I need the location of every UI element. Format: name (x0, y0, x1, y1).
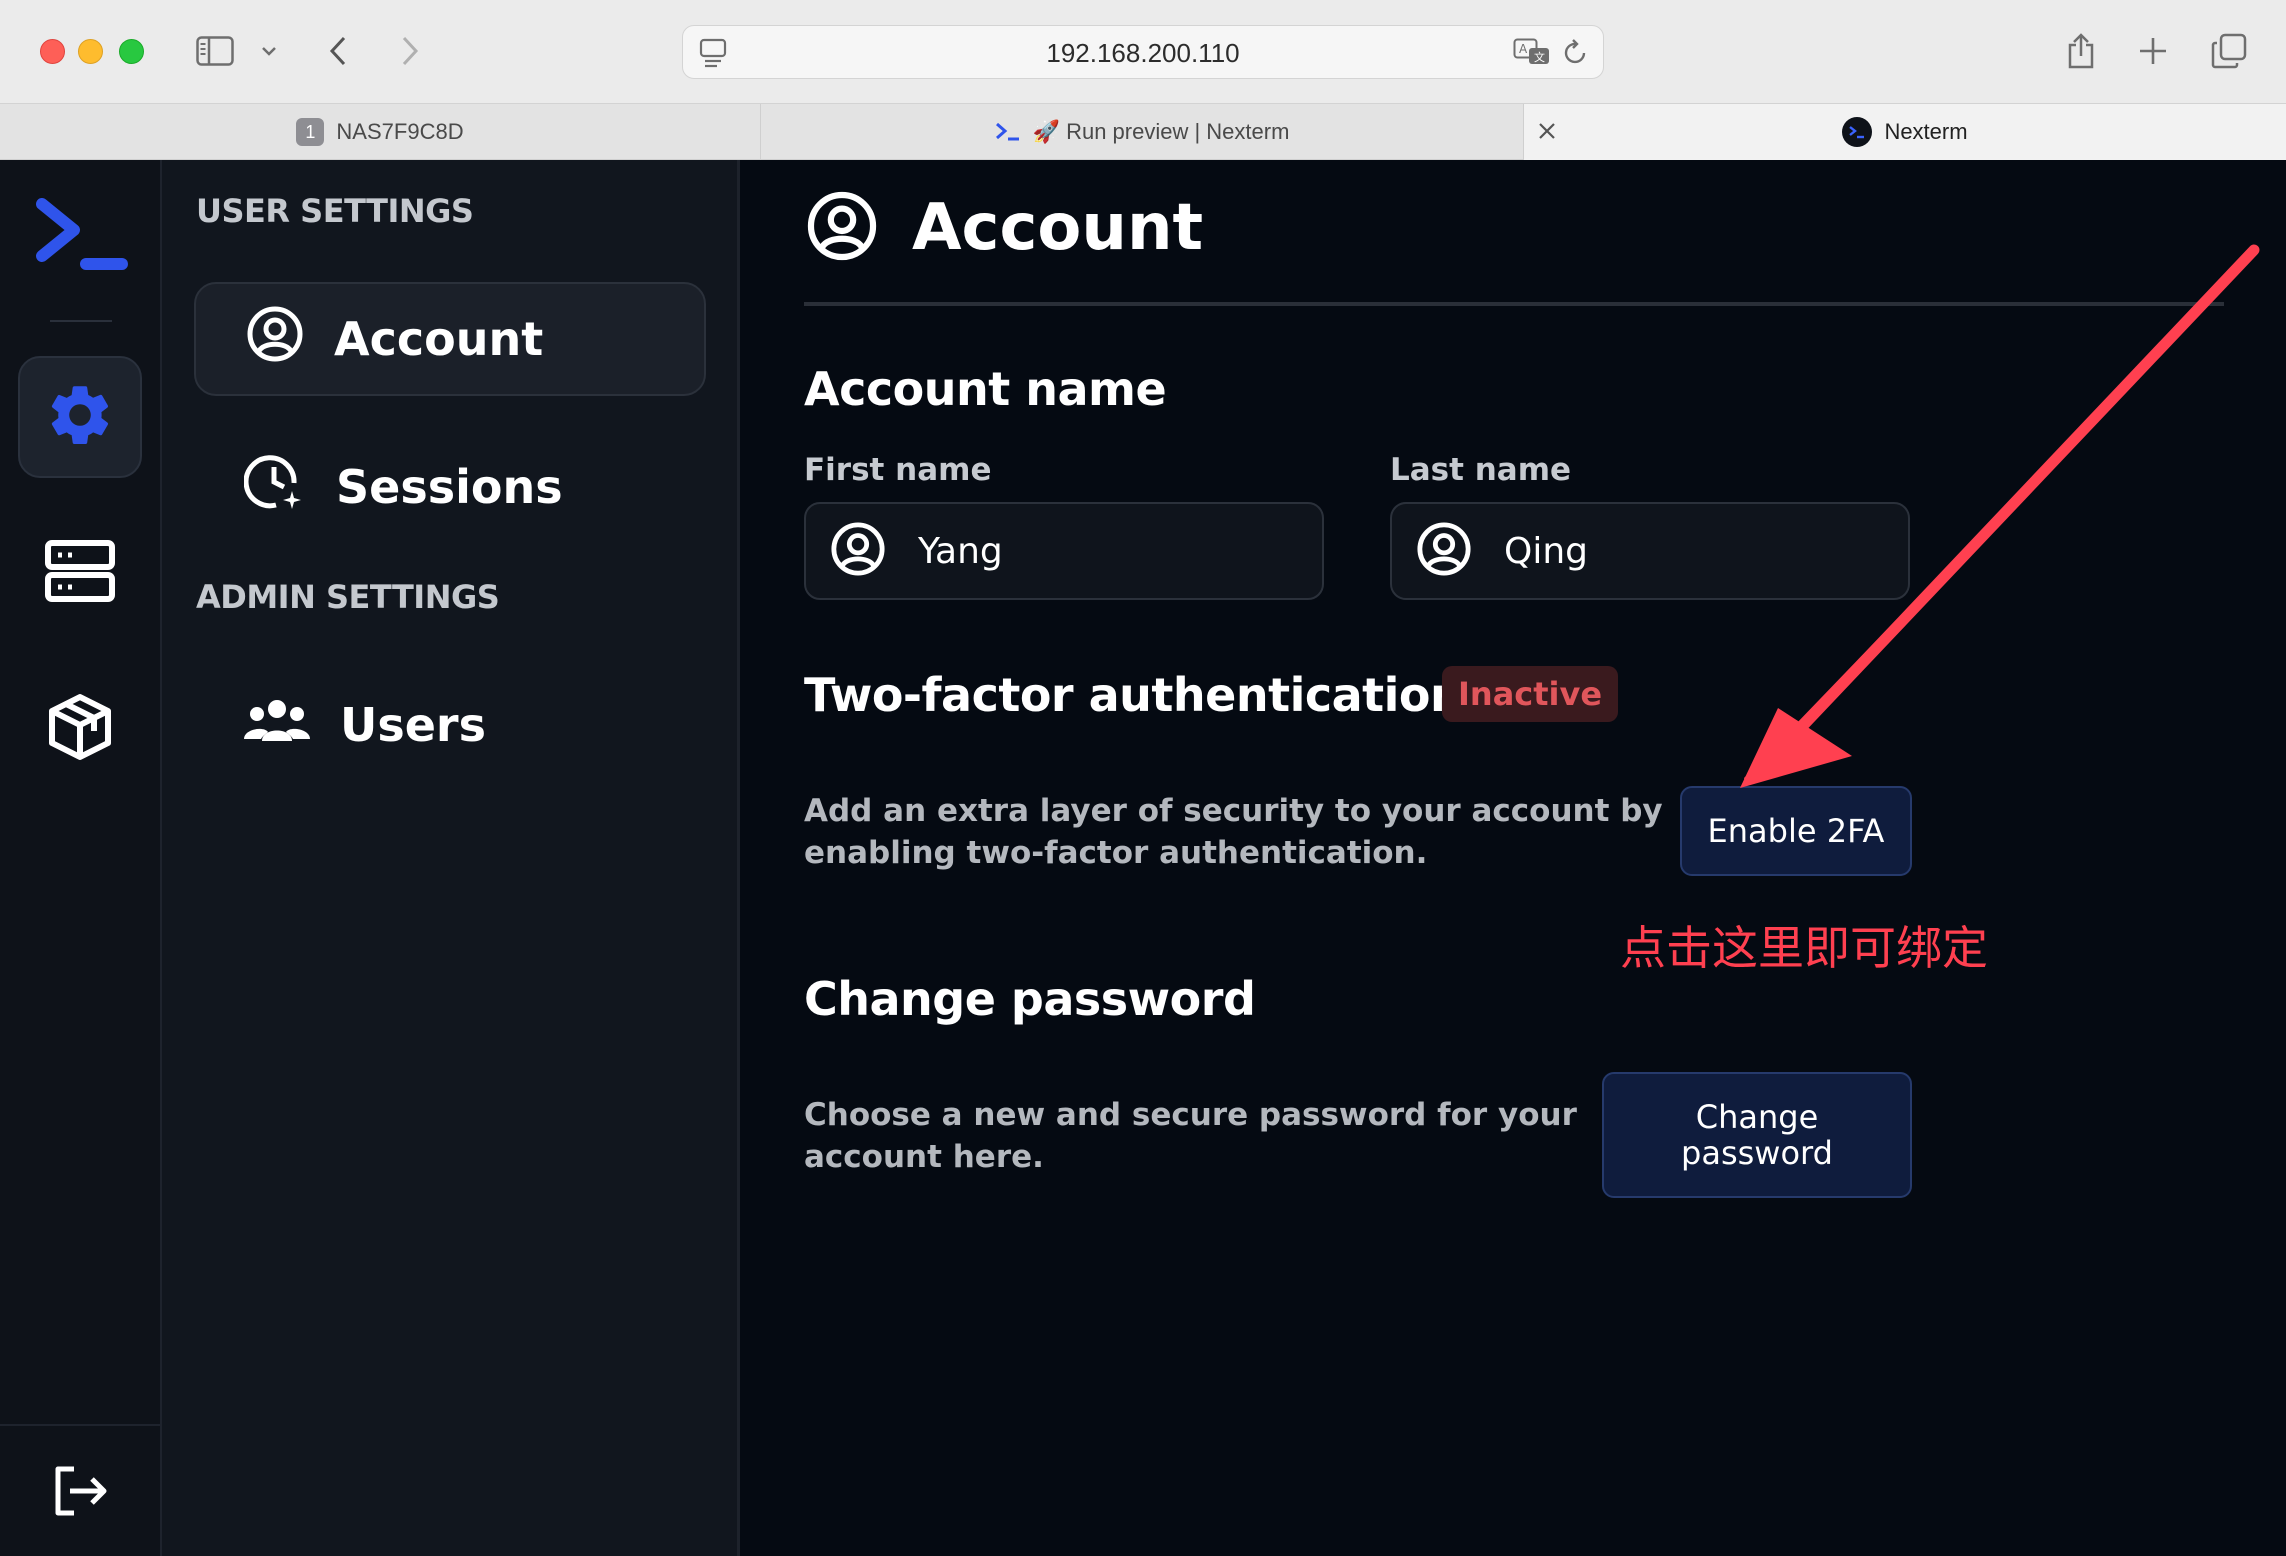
nav-item-label: Sessions (336, 460, 563, 514)
tab-nas[interactable]: 1 NAS7F9C8D (0, 104, 760, 160)
logout-icon (50, 1463, 110, 1523)
nav-item-sessions[interactable]: Sessions (194, 430, 706, 544)
svg-text:文: 文 (1534, 50, 1545, 64)
rail-settings[interactable] (18, 356, 142, 478)
tab-nexterm[interactable]: Nexterm (1524, 104, 2286, 160)
first-name-field[interactable]: Yang (804, 502, 1324, 600)
change-password-heading: Change password (804, 972, 1256, 1026)
tab-number-badge: 1 (296, 118, 325, 146)
nav-item-label: Account (334, 312, 544, 366)
nexterm-tab-icon (995, 122, 1021, 142)
page-title: Account (912, 191, 1204, 265)
rail-divider (50, 320, 112, 322)
forward-icon[interactable] (390, 28, 430, 74)
page-header: Account (806, 190, 1203, 266)
change-password-button[interactable]: Change password (1602, 1072, 1912, 1198)
package-icon (44, 691, 116, 767)
user-circle-icon (806, 190, 878, 266)
rail-bottom-divider (0, 1424, 160, 1426)
sidebar-toggle-icon[interactable] (192, 28, 238, 74)
icon-rail (0, 160, 162, 1556)
new-tab-icon[interactable] (2136, 28, 2170, 74)
minimize-window-button[interactable] (78, 39, 103, 64)
close-tab-icon[interactable] (1534, 118, 1560, 150)
gear-icon (44, 379, 116, 455)
change-password-description: Choose a new and secure password for you… (804, 1097, 1577, 1175)
last-name-label: Last name (1390, 452, 1572, 488)
admin-settings-heading: ADMIN SETTINGS (196, 578, 500, 616)
nexterm-app: USER SETTINGS Account Sessions ADMIN SET… (0, 160, 2286, 1556)
user-circle-icon (1416, 521, 1472, 581)
back-icon[interactable] (318, 28, 358, 74)
tab-overview-icon[interactable] (2210, 28, 2248, 74)
last-name-value[interactable]: Qing (1504, 531, 1588, 572)
users-icon (244, 697, 310, 754)
tab-label: NAS7F9C8D (336, 119, 464, 144)
nav-item-label: Users (340, 698, 486, 752)
rail-servers[interactable] (18, 512, 142, 634)
tab-label: 🚀 Run preview | Nexterm (1032, 119, 1290, 144)
servers-icon (44, 539, 116, 607)
browser-toolbar: 192.168.200.110 A文 (0, 0, 2286, 104)
clock-sparkle-icon (243, 451, 306, 524)
browser-window: 192.168.200.110 A文 1 NAS7F9C8D 🚀 Run pre… (0, 0, 2286, 1556)
header-divider (804, 302, 2224, 306)
svg-text:A: A (1519, 42, 1528, 56)
two-factor-heading: Two-factor authentication (804, 668, 1463, 722)
zoom-window-button[interactable] (119, 39, 144, 64)
first-name-value[interactable]: Yang (918, 531, 1003, 572)
enable-2fa-button[interactable]: Enable 2FA (1680, 786, 1912, 876)
nav-item-users[interactable]: Users (194, 668, 706, 782)
translate-icon[interactable]: A文 (1513, 38, 1551, 70)
address-bar[interactable]: 192.168.200.110 A文 (682, 25, 1604, 79)
user-settings-heading: USER SETTINGS (196, 192, 474, 230)
nexterm-favicon-icon (1842, 117, 1873, 147)
rail-logout[interactable] (18, 1432, 142, 1554)
first-name-label: First name (804, 452, 992, 488)
account-name-heading: Account name (804, 362, 1167, 416)
close-window-button[interactable] (40, 39, 65, 64)
address-text[interactable]: 192.168.200.110 (683, 38, 1603, 69)
chevron-down-icon[interactable] (256, 28, 282, 74)
tab-label: Nexterm (1884, 119, 1968, 144)
nav-item-account[interactable]: Account (194, 282, 706, 396)
reload-icon[interactable] (1563, 39, 1589, 71)
user-circle-icon (246, 305, 304, 374)
user-circle-icon (830, 521, 886, 581)
two-factor-description: Add an extra layer of security to your a… (804, 793, 1663, 871)
share-icon[interactable] (2064, 28, 2098, 74)
annotation-text: 点击这里即可绑定 (1620, 921, 1988, 975)
settings-sidebar: USER SETTINGS Account Sessions ADMIN SET… (162, 160, 740, 1556)
tab-run-preview[interactable]: 🚀 Run preview | Nexterm (761, 104, 1523, 160)
last-name-field[interactable]: Qing (1390, 502, 1910, 600)
tab-bar: 1 NAS7F9C8D 🚀 Run preview | Nexterm Next… (0, 104, 2286, 160)
account-page: Account Account name First name Yang Las… (740, 160, 2286, 1556)
rail-apps[interactable] (18, 668, 142, 790)
nexterm-logo-icon[interactable] (34, 198, 130, 282)
status-badge: Inactive (1442, 666, 1619, 722)
